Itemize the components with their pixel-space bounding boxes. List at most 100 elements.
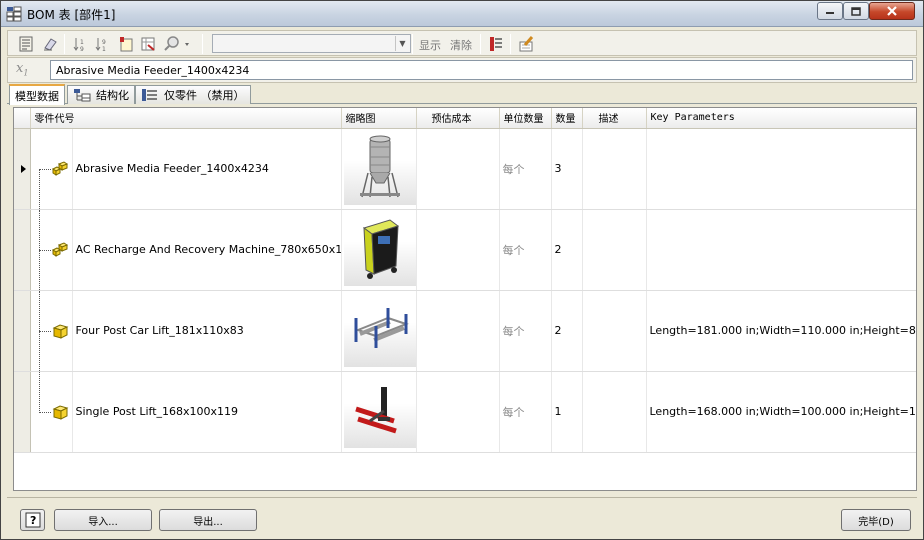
description-cell[interactable]	[582, 371, 647, 453]
clear-button[interactable]: 清除	[450, 37, 472, 53]
col-header-estimated-cost[interactable]: 预估成本	[416, 108, 500, 129]
tab-bar: 模型数据 结构化 仅零件 （禁用）	[7, 84, 917, 105]
done-button[interactable]: 完毕(D)	[841, 509, 911, 531]
table-row[interactable]: Abrasive Media Feeder_1400x4234 每个 3	[14, 128, 916, 210]
quantity-cell[interactable]: 3	[551, 128, 583, 210]
export-button[interactable]: 导出...	[159, 509, 257, 531]
help-button[interactable]: ?	[20, 509, 45, 531]
thumbnail-cell[interactable]	[341, 128, 417, 210]
tree-line	[38, 168, 51, 170]
close-button[interactable]	[869, 2, 915, 20]
part-name-field[interactable]: Abrasive Media Feeder_1400x4234	[50, 60, 913, 80]
table-row[interactable]: Single Post Lift_168x100x119 每个 1 Length…	[14, 371, 916, 453]
import-button[interactable]: 导入...	[54, 509, 152, 531]
table-row[interactable]: Four Post Car Lift_181x110x83 每个 2 Lengt…	[14, 290, 916, 372]
filter-combo[interactable]: ▼	[212, 34, 411, 53]
bom-table: 零件代号 缩略图 预估成本 单位数量 数量 描述 Key Parameters	[14, 108, 916, 453]
description-cell[interactable]	[582, 209, 647, 291]
title-bar[interactable]: BOM 表 [部件1]	[1, 1, 923, 27]
estimated-cost-cell[interactable]	[416, 209, 500, 291]
col-header-unit-quantity[interactable]: 单位数量	[499, 108, 552, 129]
key-parameters-cell[interactable]: Length=168.000 in;Width=100.000 in;Heigh…	[646, 371, 916, 453]
edit-rules-button[interactable]	[516, 34, 536, 54]
bom-properties-button[interactable]	[16, 34, 36, 54]
tab-parts-only[interactable]: 仅零件 （禁用）	[135, 85, 251, 104]
svg-text:1: 1	[102, 46, 106, 52]
header-row: 零件代号 缩略图 预估成本 单位数量 数量 描述 Key Parameters	[14, 108, 916, 129]
estimated-cost-cell[interactable]	[416, 128, 500, 210]
estimated-cost-cell[interactable]	[416, 371, 500, 453]
unit-quantity-cell[interactable]: 每个	[499, 209, 552, 291]
row-selector[interactable]	[14, 371, 31, 453]
col-header-part-number[interactable]: 零件代号	[30, 108, 342, 129]
key-parameters-cell[interactable]: Length=181.000 in;Width=110.000 in;Heigh…	[646, 290, 916, 372]
parts-list-icon	[142, 89, 157, 101]
show-button[interactable]: 显示	[419, 37, 441, 53]
description-cell[interactable]	[582, 128, 647, 210]
thumbnail-cell[interactable]	[341, 209, 417, 291]
export-table-button[interactable]	[138, 34, 158, 54]
maximize-button[interactable]	[843, 2, 869, 20]
tree-line	[38, 411, 51, 413]
help-icon: ?	[25, 512, 40, 528]
sort-descending-button[interactable]: 91	[92, 34, 112, 54]
eraser-icon	[44, 38, 57, 51]
table-export-icon	[141, 37, 155, 51]
formula-bar: x1 Abrasive Media Feeder_1400x4234	[7, 57, 917, 83]
window-title: BOM 表 [部件1]	[27, 8, 116, 22]
key-parameters-cell[interactable]	[646, 128, 916, 210]
fx-icon[interactable]: x1	[16, 61, 42, 81]
part-numbers-button[interactable]	[486, 34, 506, 54]
quantity-cell[interactable]: 2	[551, 209, 583, 291]
svg-text:1: 1	[80, 39, 84, 46]
search-dropdown-button[interactable]	[162, 34, 192, 54]
tree-line	[38, 371, 40, 413]
chevron-down-icon[interactable]: ▼	[395, 36, 409, 51]
choose-columns-button[interactable]	[116, 34, 136, 54]
thumbnail-cell[interactable]	[341, 290, 417, 372]
magnifier-icon	[164, 36, 189, 51]
tree-line	[38, 330, 51, 332]
col-header-thumbnail[interactable]: 缩略图	[341, 108, 417, 129]
table-row[interactable]: AC Recharge And Recovery Machine_780x650…	[14, 209, 916, 291]
bom-grid[interactable]: 零件代号 缩略图 预估成本 单位数量 数量 描述 Key Parameters	[13, 107, 917, 491]
tab-label: 仅零件 （禁用）	[164, 89, 245, 102]
unit-quantity-cell[interactable]: 每个	[499, 290, 552, 372]
part-number-cell[interactable]: AC Recharge And Recovery Machine_780x650…	[72, 209, 342, 291]
part-number-cell[interactable]: Abrasive Media Feeder_1400x4234	[72, 128, 342, 210]
unit-quantity-cell[interactable]: 每个	[499, 371, 552, 453]
single-post-lift-thumbnail	[354, 387, 397, 434]
row-selector-header[interactable]	[14, 108, 31, 129]
col-header-key-parameters[interactable]: Key Parameters	[646, 108, 916, 129]
sort-ascending-button[interactable]: 19	[70, 34, 90, 54]
part-list-icon	[490, 37, 502, 51]
description-cell[interactable]	[582, 290, 647, 372]
minimize-button[interactable]	[817, 2, 843, 20]
edit-button[interactable]	[40, 34, 60, 54]
thumbnail-cell[interactable]	[341, 371, 417, 453]
part-icon	[52, 404, 68, 420]
svg-text:9: 9	[102, 39, 106, 46]
svg-text:9: 9	[80, 46, 84, 52]
quantity-cell[interactable]: 1	[551, 371, 583, 453]
unit-quantity-cell[interactable]: 每个	[499, 128, 552, 210]
row-selector[interactable]	[14, 128, 31, 210]
col-header-quantity[interactable]: 数量	[551, 108, 583, 129]
row-selector[interactable]	[14, 290, 31, 372]
estimated-cost-cell[interactable]	[416, 290, 500, 372]
tree-cell	[30, 209, 73, 291]
key-parameters-cell[interactable]	[646, 209, 916, 291]
part-number-cell[interactable]: Four Post Car Lift_181x110x83	[72, 290, 342, 372]
tab-model-data[interactable]: 模型数据	[9, 84, 65, 105]
part-number-cell[interactable]: Single Post Lift_168x100x119	[72, 371, 342, 453]
minimize-icon	[826, 12, 834, 14]
tab-structured[interactable]: 结构化	[67, 85, 135, 104]
assembly-icon	[51, 160, 68, 176]
sort-descending-icon: 91	[95, 38, 106, 52]
part-icon	[52, 323, 68, 339]
four-post-car-lift-thumbnail	[354, 308, 409, 348]
quantity-cell[interactable]: 2	[551, 290, 583, 372]
col-header-description[interactable]: 描述	[582, 108, 647, 129]
row-selector[interactable]	[14, 209, 31, 291]
tree-cell	[30, 290, 73, 372]
